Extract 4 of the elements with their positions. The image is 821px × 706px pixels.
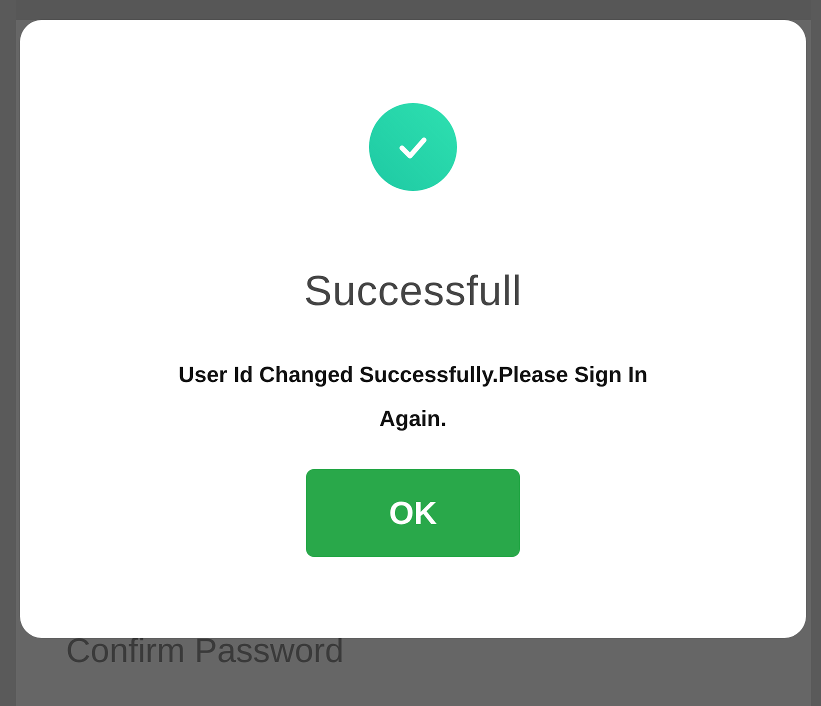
check-icon: [369, 103, 457, 191]
dialog-title: Successfull: [304, 267, 522, 315]
ok-button[interactable]: OK: [306, 469, 520, 557]
dialog-message: User Id Changed Successfully.Please Sign In Again.: [177, 361, 649, 433]
